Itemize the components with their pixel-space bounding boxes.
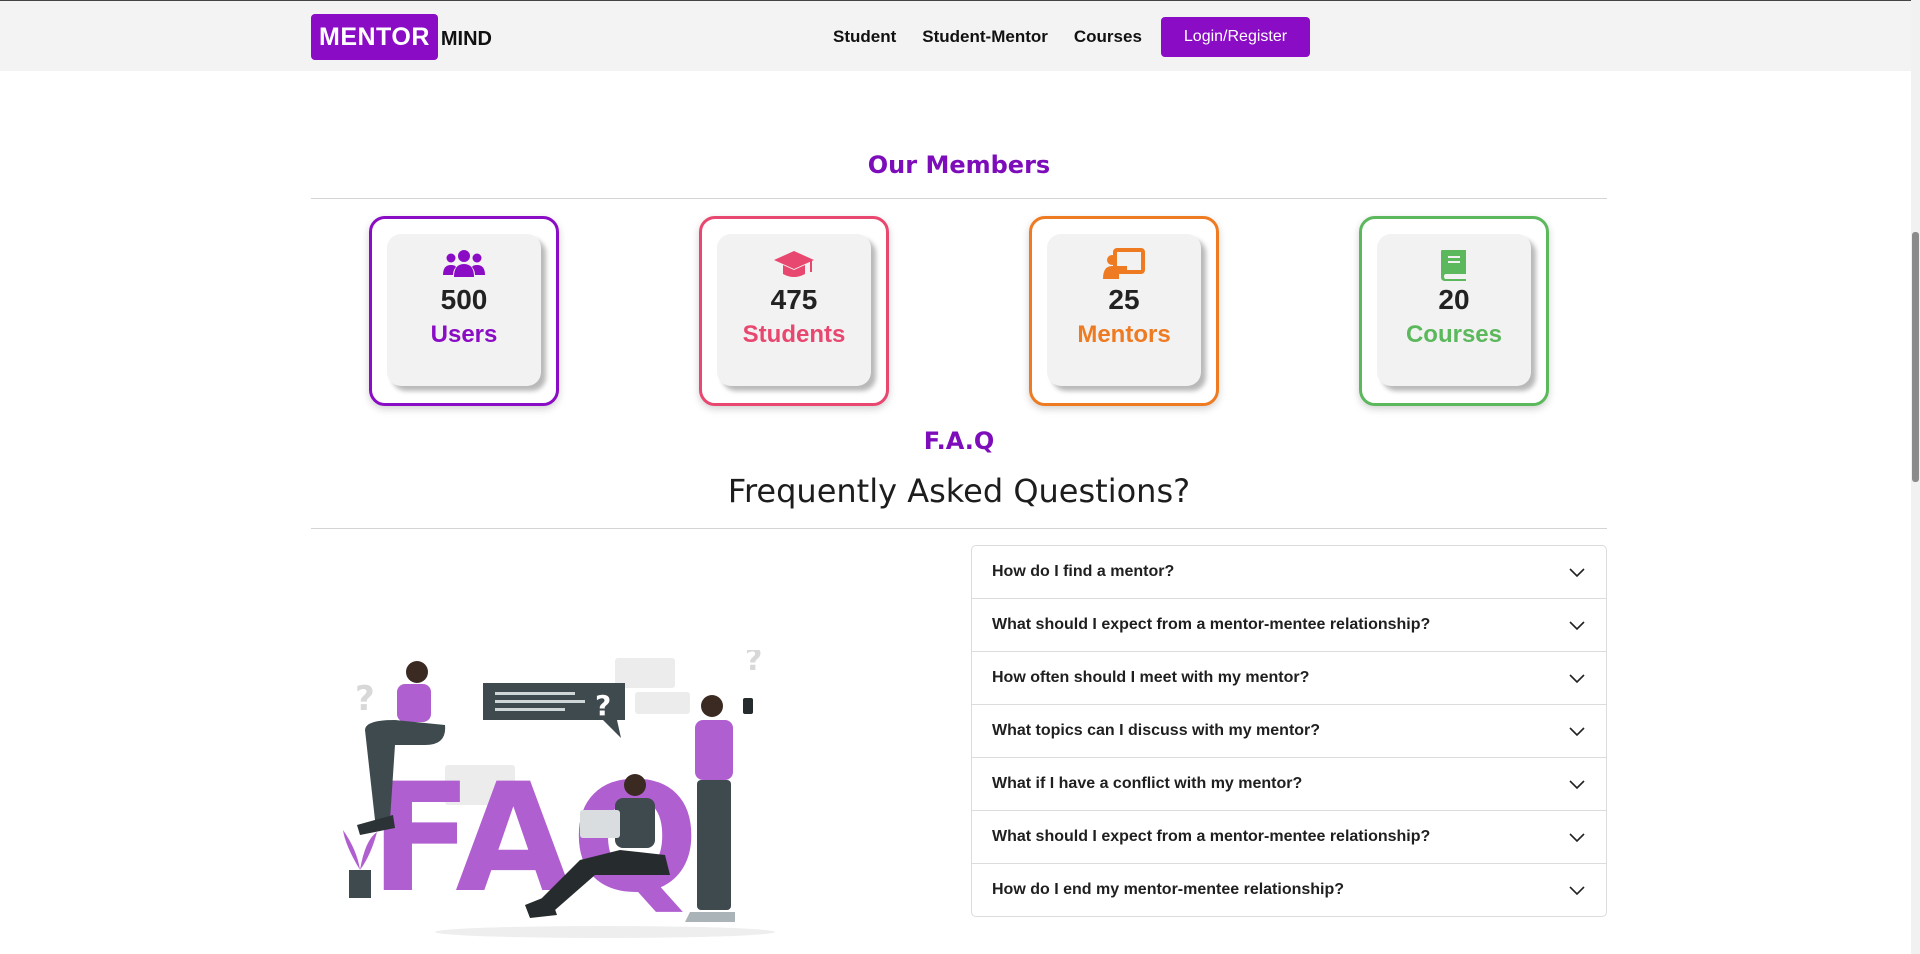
chevron-down-icon — [1569, 886, 1585, 896]
faq-question: What topics can I discuss with my mentor… — [992, 722, 1321, 739]
faq-question: What should I expect from a mentor-mente… — [992, 616, 1431, 633]
users-icon — [387, 247, 541, 283]
stat-card-students: 475 Students — [699, 216, 889, 406]
faq-item[interactable]: What should I expect from a mentor-mente… — [972, 811, 1606, 864]
brand-logo-box: MENTOR — [311, 14, 438, 60]
login-register-button[interactable]: Login/Register — [1160, 17, 1311, 57]
stat-card-courses: 20 Courses — [1359, 216, 1549, 406]
stat-card-inner: 20 Courses — [1377, 234, 1531, 386]
stat-number: 500 — [440, 284, 488, 315]
faq-label: F.A.Q — [923, 427, 995, 455]
faq-question: What should I expect from a mentor-mente… — [992, 828, 1431, 845]
chevron-down-icon — [1569, 780, 1585, 790]
chevron-down-icon — [1569, 727, 1585, 737]
page-scrollbar[interactable] — [1911, 0, 1920, 954]
chevron-down-icon — [1569, 674, 1585, 684]
faq-item[interactable]: What should I expect from a mentor-mente… — [972, 599, 1606, 652]
svg-text:?: ? — [355, 679, 375, 719]
stat-card-inner: 25 Mentors — [1047, 234, 1201, 386]
faq-accordion: How do I find a mentor? What should I ex… — [971, 545, 1607, 917]
navbar: MENTOR MIND Student Student-Mentor Cours… — [0, 1, 1920, 71]
members-title: Our Members — [867, 151, 1051, 179]
faq-item[interactable]: How do I end my mentor-mentee relationsh… — [972, 864, 1606, 916]
faq-question: What if I have a conflict with my mentor… — [992, 775, 1303, 792]
scrollbar-thumb[interactable] — [1912, 232, 1919, 482]
chevron-down-icon — [1569, 568, 1585, 578]
book-icon — [1377, 247, 1531, 283]
stat-label: Students — [742, 321, 846, 348]
nav-links: Student Student-Mentor Courses Login/Reg… — [820, 17, 1311, 57]
faq-item[interactable]: What if I have a conflict with my mentor… — [972, 758, 1606, 811]
stat-card-inner: 500 Users — [387, 234, 541, 386]
stat-number: 20 — [1438, 284, 1470, 315]
nav-link-student[interactable]: Student — [833, 27, 896, 47]
chevron-down-icon — [1569, 621, 1585, 631]
faq-item[interactable]: What topics can I discuss with my mentor… — [972, 705, 1606, 758]
nav-link-courses[interactable]: Courses — [1074, 27, 1142, 47]
members-divider — [311, 198, 1607, 199]
stat-card-inner: 475 Students — [717, 234, 871, 386]
stat-number: 25 — [1108, 284, 1140, 315]
faq-item[interactable]: How do I find a mentor? — [972, 546, 1606, 599]
svg-text:?: ? — [595, 689, 611, 722]
faq-divider — [311, 528, 1607, 529]
faq-question: How do I end my mentor-mentee relationsh… — [992, 881, 1345, 898]
faq-question: How often should I meet with my mentor? — [992, 669, 1310, 686]
graduation-cap-icon — [717, 247, 871, 283]
chevron-down-icon — [1569, 833, 1585, 843]
nav-link-student-mentor[interactable]: Student-Mentor — [922, 27, 1048, 47]
brand-logo-text: MIND — [440, 27, 492, 50]
stat-number: 475 — [770, 284, 818, 315]
faq-item[interactable]: How often should I meet with my mentor? — [972, 652, 1606, 705]
chalkboard-teacher-icon — [1047, 247, 1201, 283]
faq-heading: Frequently Asked Questions? — [727, 472, 1191, 510]
stat-card-mentors: 25 Mentors — [1029, 216, 1219, 406]
stat-label: Courses — [1405, 321, 1503, 348]
faq-question: How do I find a mentor? — [992, 563, 1175, 580]
faq-illustration: ? ? ? FAQ — [335, 643, 795, 940]
stat-label: Users — [430, 321, 498, 348]
svg-text:?: ? — [745, 650, 762, 678]
stat-label: Mentors — [1077, 321, 1171, 348]
stat-card-users: 500 Users — [369, 216, 559, 406]
brand-logo[interactable]: MENTOR MIND — [311, 14, 492, 60]
